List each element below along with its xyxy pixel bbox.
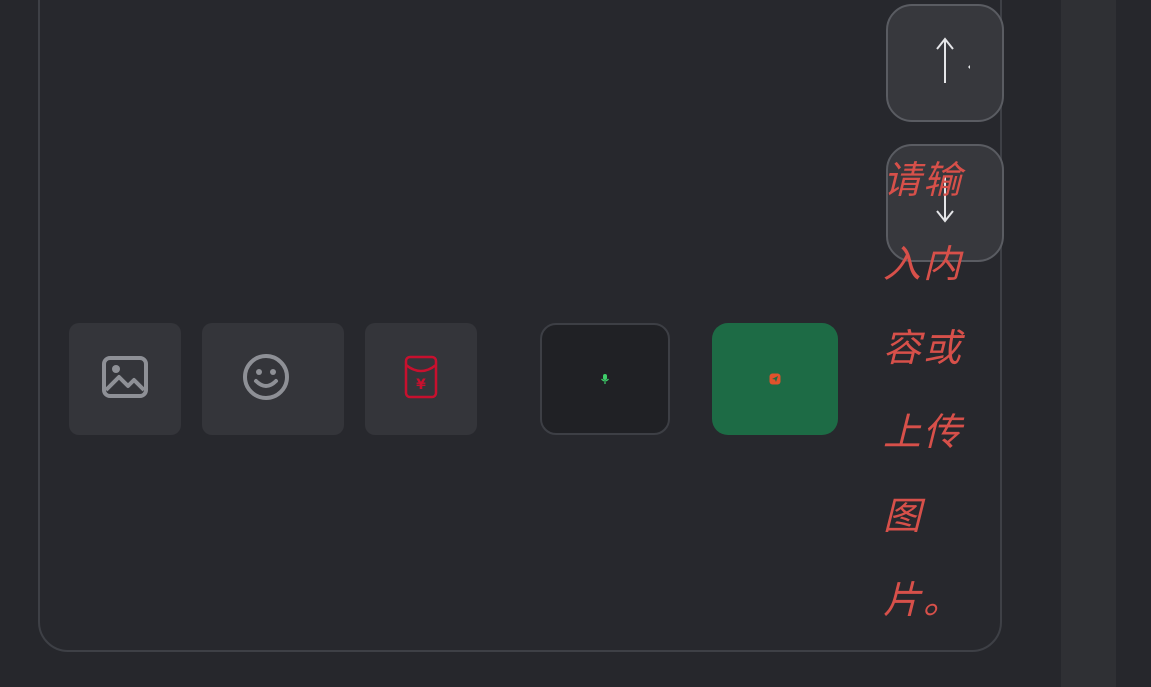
emoji-button[interactable]	[202, 323, 344, 435]
arrow-up-icon	[915, 31, 975, 95]
insert-image-button[interactable]	[69, 323, 181, 435]
red-packet-icon: ¥	[403, 355, 439, 403]
microphone-icon	[599, 370, 611, 389]
red-packet-symbol: ¥	[416, 377, 426, 393]
send-button[interactable]	[712, 323, 838, 435]
chat-composer-screen: ¥ 请输入内容或上传图片。	[0, 0, 1151, 687]
scroll-up-button[interactable]	[886, 4, 1004, 122]
page-scrollbar[interactable]	[1061, 0, 1116, 687]
send-icon	[769, 370, 781, 389]
red-packet-button[interactable]: ¥	[365, 323, 477, 435]
voice-input-button[interactable]	[540, 323, 670, 435]
smiley-icon	[243, 353, 290, 405]
image-icon	[102, 356, 148, 402]
composer-panel	[38, 0, 1002, 652]
message-input-placeholder[interactable]: 请输入内容或上传图片。	[883, 138, 973, 642]
